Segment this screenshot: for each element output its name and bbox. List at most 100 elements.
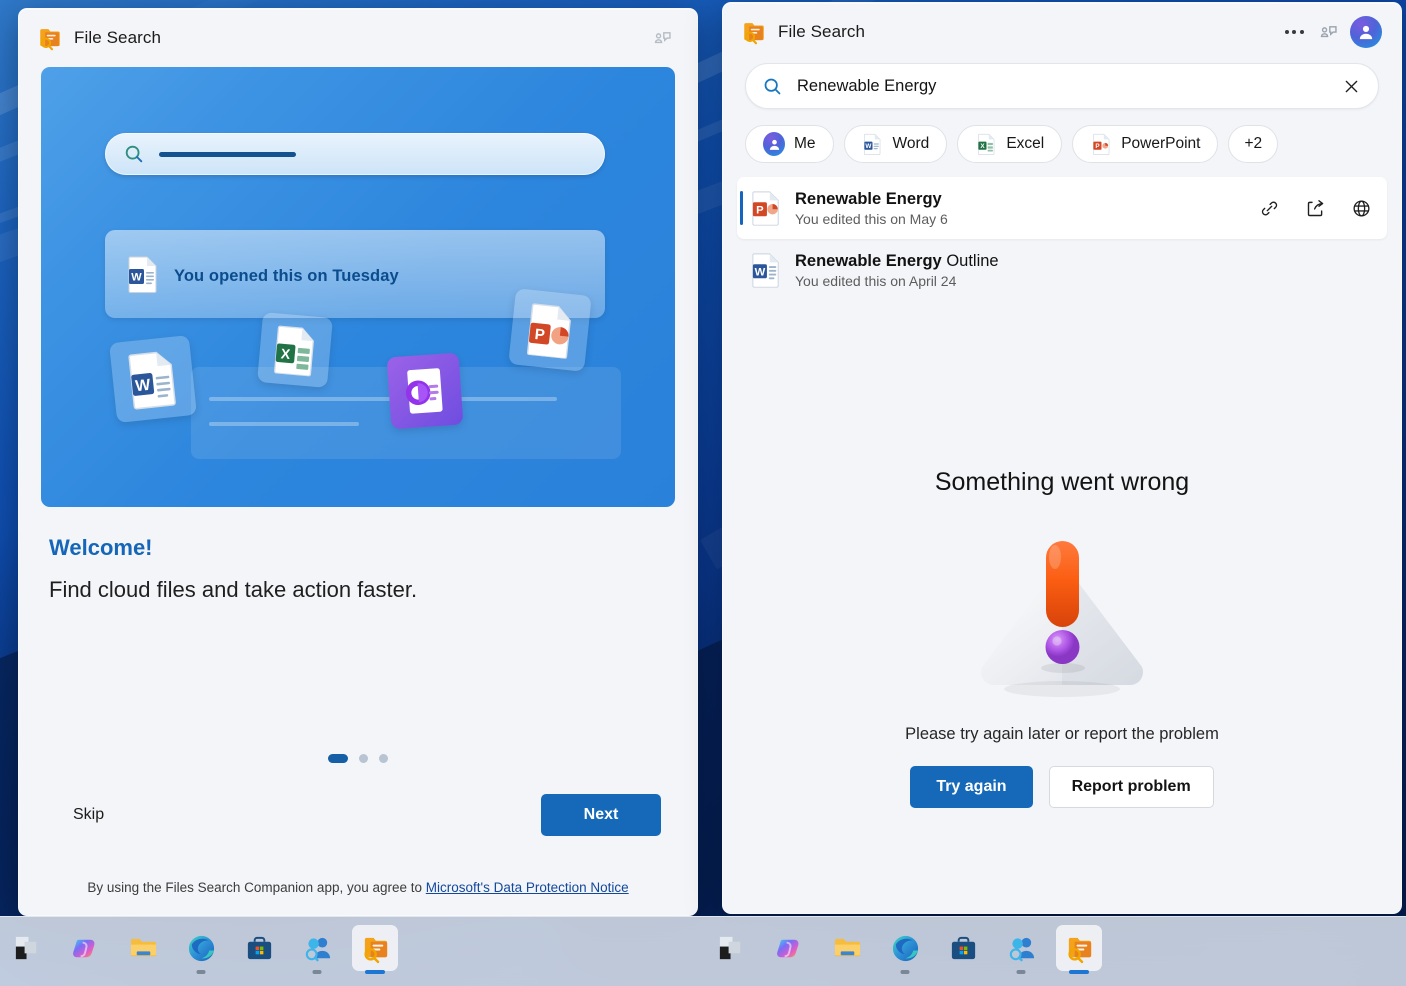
chip-more-filters[interactable]: +2	[1228, 125, 1278, 163]
powerpoint-file-icon: P	[1090, 133, 1112, 155]
chip-label: Excel	[1006, 135, 1044, 153]
copilot-button[interactable]	[62, 925, 108, 971]
illustration-connector-line	[209, 397, 557, 401]
feedback-icon[interactable]	[645, 21, 679, 55]
teams-button[interactable]	[998, 925, 1044, 971]
taskbar-icons-right	[708, 925, 1102, 971]
more-options-icon[interactable]	[1277, 15, 1311, 49]
file-search-app-icon	[1064, 933, 1095, 964]
taskbar	[0, 916, 1406, 986]
start-button[interactable]	[4, 925, 50, 971]
microsoft-store-icon	[948, 933, 979, 964]
result-subtitle: You edited this on May 6	[795, 211, 948, 227]
left-app-title: File Search	[74, 28, 161, 48]
illustration-connector-line-2	[209, 422, 359, 426]
next-button[interactable]: Next	[541, 794, 661, 836]
file-search-onboarding-window[interactable]: File Search	[18, 8, 698, 916]
search-results-list: P Renewable Energy You edited this on Ma…	[723, 177, 1401, 301]
close-icon[interactable]	[1334, 69, 1368, 103]
start-button[interactable]	[708, 925, 754, 971]
skip-button[interactable]: Skip	[55, 798, 122, 832]
copilot-icon	[70, 933, 101, 964]
file-search-app-icon	[360, 933, 391, 964]
file-search-button[interactable]	[1056, 925, 1102, 971]
feedback-icon[interactable]	[1311, 15, 1345, 49]
file-explorer-button[interactable]	[120, 925, 166, 971]
microsoft-store-icon	[244, 933, 275, 964]
running-indicator	[1069, 970, 1089, 974]
account-avatar-icon[interactable]	[1349, 15, 1383, 49]
copilot-icon	[774, 933, 805, 964]
file-explorer-button[interactable]	[824, 925, 870, 971]
link-icon[interactable]	[1257, 196, 1281, 220]
svg-text:P: P	[533, 326, 545, 344]
running-indicator	[197, 970, 206, 974]
legal-text: By using the Files Search Companion app,…	[87, 880, 425, 895]
copilot-button[interactable]	[766, 925, 812, 971]
search-icon	[762, 76, 783, 97]
edge-browser-icon	[890, 933, 921, 964]
word-file-icon: W	[751, 252, 781, 288]
chip-powerpoint[interactable]: P PowerPoint	[1072, 125, 1218, 163]
result-title-rest: Outline	[942, 252, 999, 270]
edge-browser-icon	[186, 933, 217, 964]
svg-text:X: X	[980, 143, 985, 150]
running-indicator	[365, 970, 385, 974]
excel-file-icon: X	[975, 133, 997, 155]
pager-dot-2[interactable]	[359, 754, 368, 763]
excel-tile: X	[257, 312, 333, 388]
search-bar[interactable]	[745, 63, 1379, 109]
legal-notice: By using the Files Search Companion app,…	[19, 880, 697, 895]
globe-icon[interactable]	[1349, 196, 1373, 220]
running-indicator	[901, 970, 910, 974]
row-actions	[1257, 196, 1373, 220]
file-search-button[interactable]	[352, 925, 398, 971]
svg-text:W: W	[131, 272, 142, 284]
onboarding-pager[interactable]	[19, 754, 697, 763]
warning-triangle-3d-icon	[967, 519, 1157, 709]
chip-me[interactable]: Me	[745, 125, 834, 163]
illustration-query-placeholder	[159, 152, 296, 157]
onboarding-illustration: W You opened this on Tuesday	[41, 67, 675, 507]
share-icon[interactable]	[1303, 196, 1327, 220]
table-row[interactable]: P Renewable Energy You edited this on Ma…	[737, 177, 1387, 239]
data-protection-notice-link[interactable]: Microsoft's Data Protection Notice	[426, 880, 629, 895]
chip-label: Word	[893, 135, 930, 153]
chip-excel[interactable]: X Excel	[957, 125, 1062, 163]
onboarding-footer-actions: Skip Next	[19, 794, 697, 836]
avatar	[1350, 16, 1382, 48]
people-teams-icon	[302, 933, 333, 964]
try-again-button[interactable]: Try again	[910, 766, 1032, 808]
file-search-results-window[interactable]: File Search	[722, 2, 1402, 914]
word-tile: W	[109, 335, 197, 423]
windows-start-icon	[12, 933, 43, 964]
result-title: Renewable Energy Outline	[795, 252, 999, 271]
onboarding-tagline: Find cloud files and take action faster.	[49, 577, 697, 603]
powerpoint-tile: P	[508, 288, 592, 372]
result-subtitle: You edited this on April 24	[795, 273, 999, 289]
running-indicator	[313, 970, 322, 974]
chip-label: Me	[794, 135, 816, 153]
powerpoint-purple-tile	[387, 353, 464, 430]
word-file-icon: W	[862, 133, 884, 155]
svg-text:W: W	[865, 143, 871, 150]
error-state: Something went wrong	[723, 468, 1401, 808]
report-problem-button[interactable]: Report problem	[1049, 766, 1214, 808]
running-indicator	[1017, 970, 1026, 974]
search-input[interactable]	[797, 77, 1334, 96]
file-search-app-icon	[741, 19, 767, 45]
pager-dot-1[interactable]	[328, 754, 348, 763]
windows-start-icon	[716, 933, 747, 964]
error-actions: Try again Report problem	[910, 766, 1213, 808]
store-button[interactable]	[940, 925, 986, 971]
edge-button[interactable]	[882, 925, 928, 971]
edge-button[interactable]	[178, 925, 224, 971]
person-avatar-icon	[763, 133, 785, 155]
store-button[interactable]	[236, 925, 282, 971]
chip-word[interactable]: W Word	[844, 125, 948, 163]
table-row[interactable]: W Renewable Energy Outline You edited th…	[737, 239, 1387, 301]
svg-text:P: P	[1095, 143, 1100, 150]
file-search-app-icon	[37, 25, 63, 51]
pager-dot-3[interactable]	[379, 754, 388, 763]
teams-button[interactable]	[294, 925, 340, 971]
